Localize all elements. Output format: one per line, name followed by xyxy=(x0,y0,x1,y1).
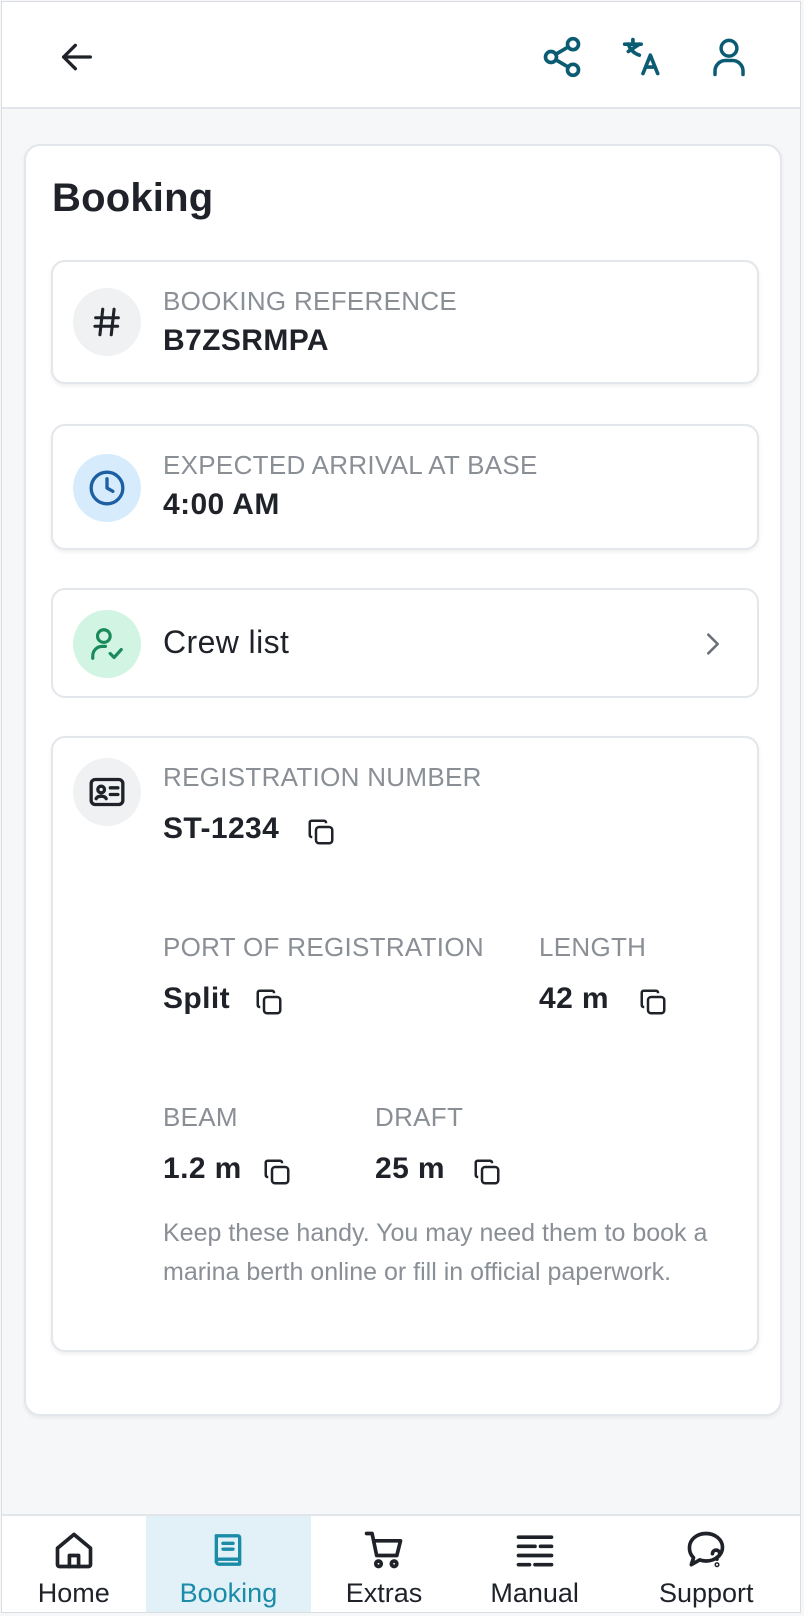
cart-icon xyxy=(364,1531,403,1569)
booking-reference-card: BOOKING REFERENCE B7ZSRMPA xyxy=(51,260,759,384)
draft-label: DRAFT xyxy=(375,1102,464,1132)
port-label: PORT OF REGISTRATION xyxy=(163,932,484,962)
hash-avatar xyxy=(73,288,141,356)
copy-icon xyxy=(256,989,282,1015)
copy-icon xyxy=(308,819,334,845)
nav-booking-label: Booking xyxy=(179,1578,278,1608)
share-icon xyxy=(543,36,581,78)
profile-button[interactable] xyxy=(704,32,754,82)
share-button[interactable] xyxy=(537,32,587,82)
clock-avatar xyxy=(73,454,141,522)
booking-reference-value: B7ZSRMPA xyxy=(163,324,329,357)
nav-support[interactable]: Support xyxy=(612,1516,800,1612)
copy-icon xyxy=(474,1159,500,1185)
clock-icon xyxy=(89,470,125,506)
copy-icon xyxy=(640,989,666,1015)
copy-port-button[interactable] xyxy=(253,986,285,1018)
nav-home-label: Home xyxy=(37,1578,110,1608)
nav-booking[interactable]: Booking xyxy=(145,1516,312,1612)
nav-home[interactable]: Home xyxy=(2,1516,146,1612)
chevron-right-icon xyxy=(707,633,719,655)
beam-label: BEAM xyxy=(163,1102,238,1132)
arrival-card: EXPECTED ARRIVAL AT BASE 4:00 AM xyxy=(51,424,759,550)
registration-card: REGISTRATION NUMBER ST-1234 PORT OF REGI… xyxy=(51,736,759,1352)
user-icon xyxy=(713,38,745,77)
copy-length-button[interactable] xyxy=(637,986,669,1018)
back-button[interactable] xyxy=(52,32,102,82)
arrow-left-icon xyxy=(62,43,93,71)
nav-extras-label: Extras xyxy=(345,1578,423,1608)
copy-beam-button[interactable] xyxy=(261,1156,293,1188)
translate-button[interactable] xyxy=(618,32,668,82)
length-value: 42 m xyxy=(539,982,609,1015)
registration-number-value: ST-1234 xyxy=(163,812,280,845)
book-icon xyxy=(215,1534,242,1566)
user-check-icon xyxy=(91,628,123,660)
arrival-value: 4:00 AM xyxy=(163,488,280,521)
copy-draft-button[interactable] xyxy=(471,1156,503,1188)
app-frame: Booking BOOKING REFERENCE B7ZSRMPA EXPEC… xyxy=(1,1,801,1613)
booking-card: Booking BOOKING REFERENCE B7ZSRMPA EXPEC… xyxy=(24,144,782,1416)
booking-reference-label: BOOKING REFERENCE xyxy=(163,286,458,316)
registration-note: Keep these handy. You may need them to b… xyxy=(163,1219,708,1286)
id-card-avatar xyxy=(73,758,141,826)
crew-list-row[interactable]: Crew list xyxy=(51,588,759,698)
top-bar xyxy=(2,2,800,109)
length-label: LENGTH xyxy=(539,932,647,962)
id-card-icon xyxy=(89,777,125,807)
crew-list-label: Crew list xyxy=(163,624,290,660)
draft-value: 25 m xyxy=(375,1152,445,1185)
registration-number-label: REGISTRATION NUMBER xyxy=(163,762,482,792)
home-icon xyxy=(55,1532,93,1569)
nav-extras[interactable]: Extras xyxy=(311,1516,457,1612)
page-title: Booking xyxy=(52,176,214,220)
port-value: Split xyxy=(163,982,230,1015)
crew-avatar xyxy=(73,610,141,678)
arrival-label: EXPECTED ARRIVAL AT BASE xyxy=(163,450,538,480)
hash-icon xyxy=(93,307,120,337)
nav-support-label: Support xyxy=(658,1578,754,1608)
support-chat-icon xyxy=(687,1531,725,1568)
nav-manual[interactable]: Manual xyxy=(457,1516,613,1612)
beam-value: 1.2 m xyxy=(163,1152,242,1185)
copy-registration-button[interactable] xyxy=(305,816,337,848)
copy-icon xyxy=(264,1159,290,1185)
bottom-nav: Home Booking Extras Manual Support xyxy=(2,1514,800,1612)
nav-manual-label: Manual xyxy=(490,1578,579,1608)
list-icon xyxy=(516,1535,553,1567)
translate-icon xyxy=(622,37,660,76)
